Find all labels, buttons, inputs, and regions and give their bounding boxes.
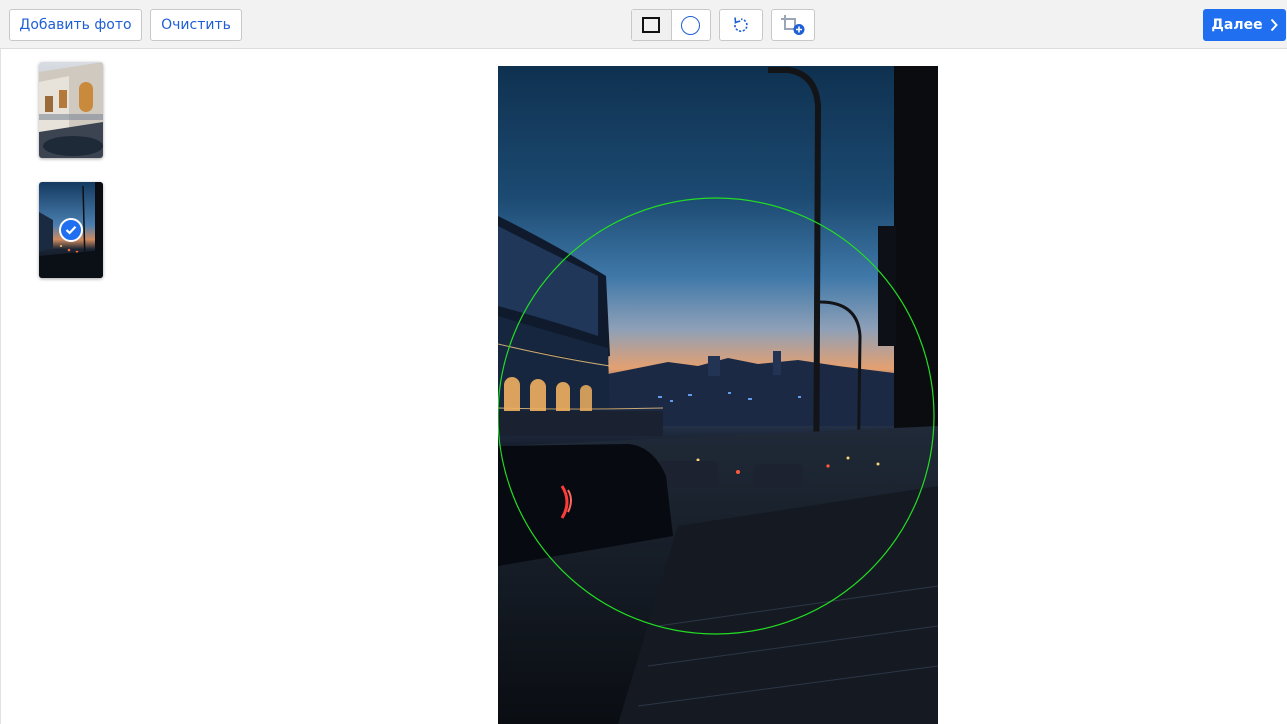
top-toolbar: Добавить фото Очистить Далее [0, 0, 1287, 49]
photo-thumbnail-selected[interactable] [39, 182, 103, 278]
next-button[interactable]: Далее [1203, 9, 1286, 41]
square-icon [642, 17, 661, 33]
next-label: Далее [1211, 17, 1263, 33]
add-photo-button[interactable]: Добавить фото [9, 9, 142, 41]
rotate-button[interactable] [719, 9, 763, 41]
crop-add-icon [781, 15, 805, 35]
chevron-right-icon [1270, 18, 1278, 32]
circle-shape-button[interactable] [670, 10, 711, 40]
main-photo [498, 66, 938, 724]
crop-add-button[interactable] [771, 9, 815, 41]
selected-check-icon [59, 218, 83, 242]
clear-button[interactable]: Очистить [150, 9, 242, 41]
sidebar-divider [0, 49, 1, 724]
rotate-icon [734, 17, 748, 32]
image-editor-canvas[interactable] [498, 66, 938, 724]
shape-selector [631, 9, 711, 41]
circle-icon [681, 15, 701, 35]
thumbnail-image [39, 62, 103, 158]
square-shape-button[interactable] [632, 10, 671, 40]
photo-thumbnail[interactable] [39, 62, 103, 158]
